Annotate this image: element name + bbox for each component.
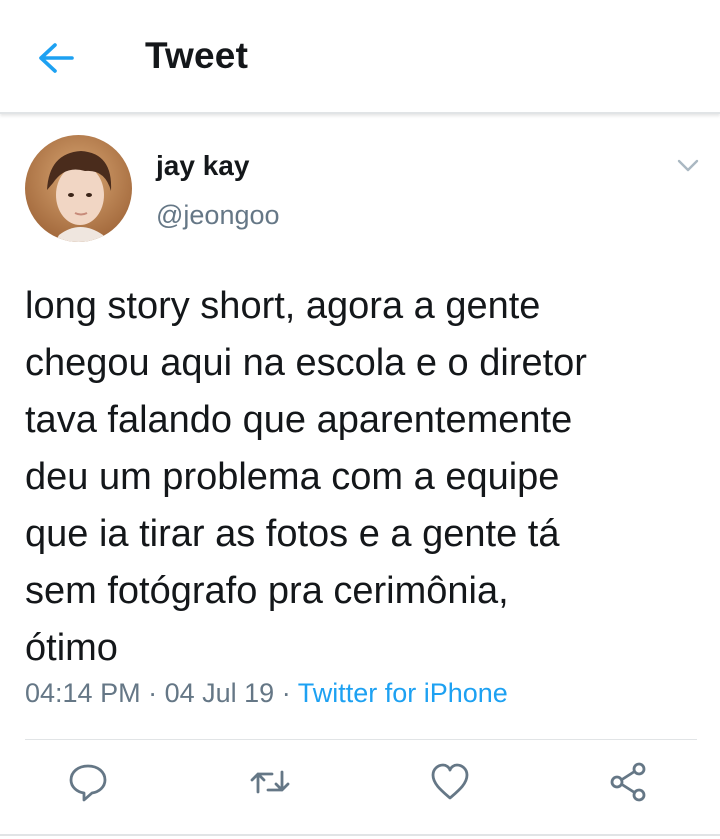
top-app-bar: Tweet xyxy=(0,0,720,114)
tweet-time: 04:14 PM xyxy=(25,678,141,708)
share-button[interactable] xyxy=(608,760,652,804)
retweet-icon xyxy=(250,770,290,794)
author-handle[interactable]: @jeongoo xyxy=(156,200,280,231)
back-button[interactable] xyxy=(30,36,80,80)
tweet-text: long story short, agora a gente chegou a… xyxy=(25,285,587,669)
user-avatar-icon xyxy=(25,135,132,242)
avatar[interactable] xyxy=(25,135,132,242)
author-display-name[interactable]: jay kay xyxy=(156,150,249,182)
reply-icon xyxy=(69,764,107,802)
tweet-menu-button[interactable] xyxy=(670,150,706,180)
meta-separator: · xyxy=(281,678,291,708)
page-title: Tweet xyxy=(145,35,249,76)
bottom-divider xyxy=(0,834,720,836)
tweet-metadata: 04:14 PM · 04 Jul 19 · Twitter for iPhon… xyxy=(25,678,508,709)
divider xyxy=(25,739,697,740)
chevron-down-icon xyxy=(677,159,699,172)
share-icon xyxy=(610,762,646,802)
heart-icon xyxy=(431,763,469,800)
arrow-left-icon xyxy=(39,43,74,73)
tweet-source-link[interactable]: Twitter for iPhone xyxy=(298,678,508,708)
like-button[interactable] xyxy=(428,760,472,804)
reply-button[interactable] xyxy=(66,760,110,804)
tweet-action-bar xyxy=(0,760,720,820)
retweet-button[interactable] xyxy=(248,760,292,804)
meta-separator: · xyxy=(148,678,158,708)
tweet-date: 04 Jul 19 xyxy=(164,678,275,708)
